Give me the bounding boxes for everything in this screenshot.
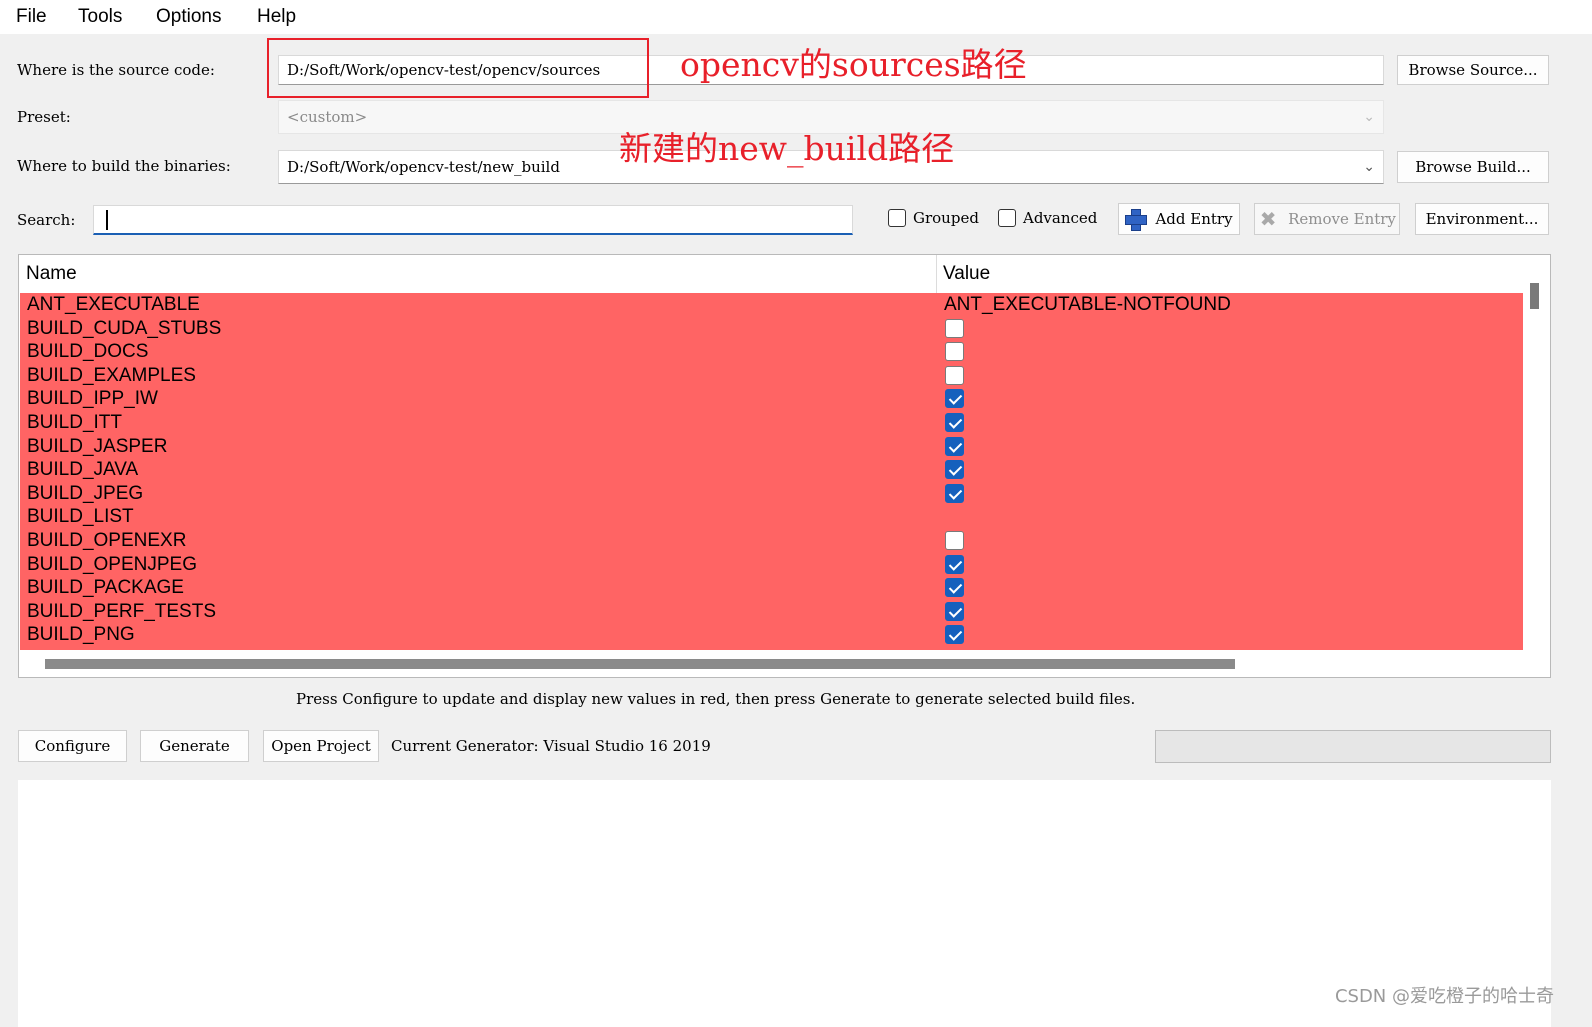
row-name: BUILD_OPENEXR — [27, 530, 187, 551]
annotation-build-note: 新建的new_build路径 — [619, 129, 955, 168]
table-row[interactable]: BUILD_OPENJPEG — [20, 553, 1523, 577]
menu-tools[interactable]: Tools — [78, 6, 122, 28]
horizontal-scrollbar-thumb[interactable] — [45, 659, 1235, 669]
status-text: Press Configure to update and display ne… — [296, 690, 1136, 708]
browse-source-button[interactable]: Browse Source... — [1397, 55, 1549, 85]
output-log[interactable] — [18, 780, 1551, 1027]
row-name: BUILD_LIST — [27, 506, 134, 528]
checkbox-box — [998, 209, 1016, 227]
checked-checkbox[interactable] — [945, 578, 964, 598]
grouped-checkbox[interactable]: Grouped — [888, 209, 979, 227]
add-entry-button[interactable]: Add Entry — [1118, 203, 1240, 235]
menu-options[interactable]: Options — [156, 6, 221, 28]
unchecked-checkbox[interactable] — [945, 342, 964, 362]
row-name: BUILD_PNG — [27, 624, 135, 646]
row-name: BUILD_PERF_TESTS — [27, 600, 216, 622]
checked-checkbox[interactable] — [945, 625, 964, 645]
table-row[interactable]: ANT_EXECUTABLE ANT_EXECUTABLE-NOTFOUND — [20, 293, 1523, 317]
annotation-source-note: opencv的sources路径 — [680, 45, 1027, 84]
source-label: Where is the source code: — [17, 61, 215, 79]
checked-checkbox[interactable] — [945, 483, 964, 503]
row-name: BUILD_JPEG — [27, 482, 144, 504]
row-name: BUILD_JASPER — [27, 435, 168, 457]
browse-build-button[interactable]: Browse Build... — [1397, 151, 1549, 183]
row-name: BUILD_OPENJPEG — [27, 553, 197, 575]
menu-help[interactable]: Help — [257, 6, 296, 28]
checked-checkbox[interactable] — [945, 413, 964, 432]
row-name: BUILD_EXAMPLES — [27, 364, 196, 386]
row-name: BUILD_CUDA_STUBS — [27, 317, 222, 339]
add-entry-label: Add Entry — [1155, 210, 1233, 228]
preset-label: Preset: — [17, 108, 71, 126]
unchecked-checkbox[interactable] — [945, 318, 964, 338]
menu-bar: File Tools Options Help — [0, 0, 1592, 34]
unchecked-checkbox[interactable] — [945, 365, 964, 385]
table-row[interactable]: BUILD_EXAMPLES — [20, 364, 1523, 388]
open-project-button[interactable]: Open Project — [263, 730, 379, 762]
table-row[interactable]: BUILD_JAVA — [20, 458, 1523, 482]
preset-value: <custom> — [287, 108, 368, 126]
watermark: CSDN @爱吃橙子的哈士奇 — [1334, 986, 1554, 1007]
table-row[interactable]: BUILD_PERF_TESTS — [20, 600, 1523, 624]
column-header-name[interactable]: Name — [26, 263, 77, 285]
chevron-down-icon[interactable]: ⌄ — [1363, 159, 1375, 175]
advanced-checkbox[interactable]: Advanced — [998, 209, 1097, 227]
text-caret — [106, 209, 108, 230]
unchecked-checkbox[interactable] — [945, 531, 964, 550]
row-name: BUILD_ITT — [27, 412, 123, 433]
checkbox-box — [888, 209, 906, 227]
vertical-scrollbar[interactable] — [1524, 255, 1550, 653]
row-name: ANT_EXECUTABLE — [27, 294, 200, 315]
plus-icon — [1125, 209, 1148, 231]
build-label: Where to build the binaries: — [17, 157, 231, 175]
column-header-value[interactable]: Value — [943, 263, 990, 285]
checked-checkbox[interactable] — [945, 389, 964, 409]
table-body: ANT_EXECUTABLE ANT_EXECUTABLE-NOTFOUND BUI… — [20, 293, 1523, 650]
cache-table: Name Value ANT_EXECUTABLE ANT_EXECUTABLE-… — [18, 254, 1551, 678]
table-row[interactable]: BUILD_ITT — [20, 411, 1523, 435]
remove-entry-label: Remove Entry — [1288, 210, 1396, 228]
build-path-value: D:/Soft/Work/opencv-test/new_build — [287, 158, 560, 176]
table-row[interactable]: BUILD_PNG — [20, 623, 1523, 647]
row-name: BUILD_IPP_IW — [27, 388, 158, 410]
table-row[interactable]: BUILD_OPENEXR — [20, 529, 1523, 553]
table-row[interactable]: BUILD_LIST — [20, 505, 1523, 529]
generate-button[interactable]: Generate — [140, 730, 249, 762]
remove-icon: ✖ — [1259, 207, 1277, 231]
vertical-scrollbar-thumb[interactable] — [1530, 283, 1539, 309]
table-row[interactable]: BUILD_CUDA_STUBS — [20, 317, 1523, 341]
table-row[interactable]: BUILD_PACKAGE — [20, 576, 1523, 600]
row-name: BUILD_JAVA — [27, 459, 139, 481]
search-input[interactable] — [93, 205, 853, 235]
chevron-down-icon: ⌄ — [1363, 109, 1375, 125]
row-value[interactable]: ANT_EXECUTABLE-NOTFOUND — [944, 293, 1231, 316]
annotation-highlight-box — [267, 38, 649, 98]
checked-checkbox[interactable] — [945, 436, 964, 456]
column-divider[interactable] — [936, 255, 937, 293]
row-name: BUILD_PACKAGE — [27, 577, 184, 599]
table-header: Name Value — [19, 255, 1524, 293]
row-name: BUILD_DOCS — [27, 341, 149, 363]
checked-checkbox[interactable] — [945, 554, 964, 574]
checked-checkbox[interactable] — [945, 460, 964, 480]
search-label: Search: — [17, 211, 76, 229]
table-row[interactable]: BUILD_IPP_IW — [20, 387, 1523, 411]
grouped-label: Grouped — [913, 209, 979, 227]
table-row[interactable]: BUILD_JPEG — [20, 482, 1523, 506]
progress-bar — [1155, 730, 1551, 763]
checked-checkbox[interactable] — [945, 601, 964, 621]
advanced-label: Advanced — [1023, 209, 1098, 227]
table-row[interactable]: BUILD_JASPER — [20, 435, 1523, 459]
menu-file[interactable]: File — [16, 6, 47, 28]
configure-button[interactable]: Configure — [18, 730, 127, 762]
environment-button[interactable]: Environment... — [1415, 203, 1549, 235]
table-row[interactable]: BUILD_DOCS — [20, 340, 1523, 364]
remove-entry-button[interactable]: ✖ Remove Entry — [1254, 203, 1400, 235]
current-generator: Current Generator: Visual Studio 16 2019 — [391, 737, 711, 755]
